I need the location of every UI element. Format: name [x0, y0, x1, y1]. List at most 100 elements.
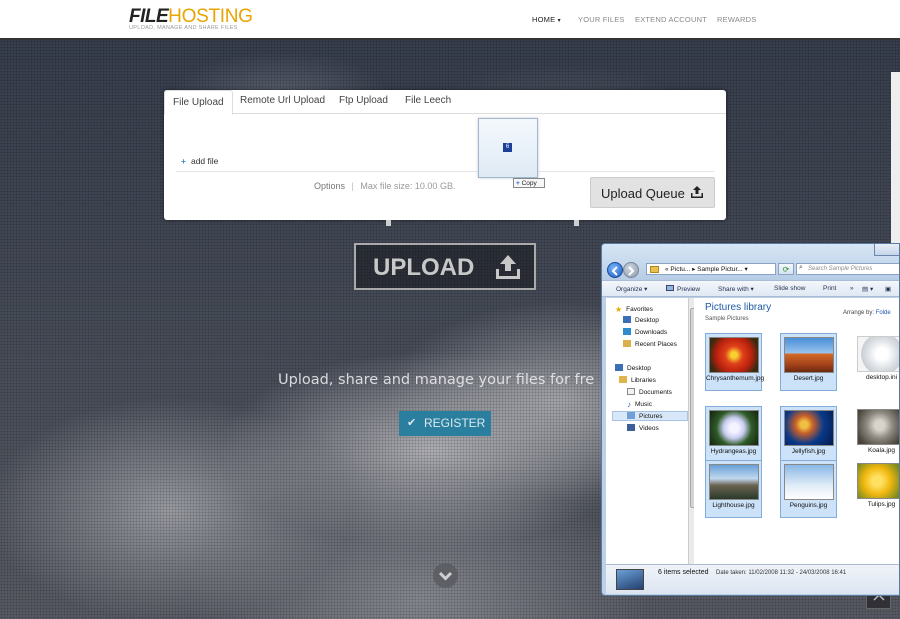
- file-item[interactable]: Chrysanthemum.jpg: [705, 333, 765, 391]
- nav-pictures[interactable]: Pictures: [612, 411, 688, 421]
- nav-recent-places-label: Recent Places: [635, 341, 677, 348]
- settings-file-icon: [856, 336, 899, 372]
- jellyfish-thumbnail: [783, 410, 834, 446]
- forward-button[interactable]: [623, 262, 639, 278]
- upload-queue-label: Upload Queue: [601, 186, 685, 201]
- file-item[interactable]: Jellyfish.jpg: [780, 406, 837, 464]
- site-logo[interactable]: FILEHOSTING UPLOAD, MANAGE AND SHARE FIL…: [129, 6, 253, 31]
- nav-favorites-label: Favorites: [626, 306, 653, 313]
- tab-ftp-upload[interactable]: Ftp Upload: [339, 95, 388, 106]
- nav-libraries-label: Libraries: [631, 377, 656, 384]
- logo-tagline: UPLOAD, MANAGE AND SHARE FILES: [129, 25, 238, 31]
- library-title: Pictures library: [705, 302, 772, 313]
- caret-down-icon: ▾: [557, 18, 561, 24]
- nav-documents[interactable]: Documents: [627, 388, 672, 396]
- file-name: Penguins.jpg: [789, 502, 828, 509]
- file-item[interactable]: desktop.ini: [853, 333, 899, 391]
- nav-favorites[interactable]: ★ Favorites: [615, 305, 653, 314]
- nav-pictures-label: Pictures: [639, 413, 663, 420]
- upload-hero-button[interactable]: UPLOAD: [354, 243, 536, 290]
- documents-icon: [627, 388, 635, 395]
- chevron-down-icon: [438, 571, 453, 581]
- desktop-icon: [615, 364, 623, 371]
- hero-tagline: Upload, share and manage your files for …: [278, 372, 595, 388]
- date-taken-text: Date taken: 11/02/2008 11:32 - 24/03/200…: [716, 570, 847, 576]
- file-item[interactable]: Koala.jpg: [853, 406, 899, 464]
- logo-file-text: FILE: [129, 6, 169, 27]
- nav-desktop[interactable]: Desktop: [615, 364, 651, 372]
- toolbar-organize[interactable]: Organize ▾: [616, 285, 647, 293]
- items-selected-text: 6 items selected: [658, 569, 709, 576]
- nav-home[interactable]: HOME ▾: [532, 15, 561, 24]
- nav-recent-places[interactable]: Recent Places: [623, 340, 677, 348]
- upload-queue-button[interactable]: Upload Queue: [590, 177, 715, 208]
- tab-remote-url-upload[interactable]: Remote Url Upload: [240, 95, 325, 106]
- file-name: Jellyfish.jpg: [791, 448, 826, 455]
- tab-file-upload[interactable]: File Upload: [164, 90, 233, 115]
- refresh-button[interactable]: ⟳: [778, 263, 794, 275]
- nav-libraries[interactable]: Libraries: [619, 376, 656, 384]
- lighthouse-thumbnail: [708, 464, 759, 500]
- view-options-icon[interactable]: ▤ ▾: [862, 285, 873, 293]
- nav-downloads[interactable]: Downloads: [623, 328, 667, 336]
- nav-desktop-fav[interactable]: Desktop: [623, 316, 659, 324]
- nav-videos-label: Videos: [639, 425, 659, 432]
- file-name: Lighthouse.jpg: [712, 502, 755, 509]
- search-placeholder: Search Sample Pictures: [808, 266, 873, 272]
- address-bar[interactable]: « Pictu... ▸ Sample Pictur... ▾: [646, 263, 776, 275]
- file-item[interactable]: Tulips.jpg: [853, 460, 899, 518]
- file-name: Tulips.jpg: [867, 501, 896, 508]
- nav-rewards[interactable]: REWARDS: [717, 15, 756, 24]
- file-name: Chrysanthemum.jpg: [706, 375, 765, 382]
- recent-places-icon: [623, 340, 631, 347]
- tab-file-leech[interactable]: File Leech: [405, 95, 451, 106]
- toolbar-more[interactable]: »: [850, 285, 854, 292]
- arrange-by-value: Folde: [875, 310, 891, 316]
- options-separator: |: [351, 181, 354, 191]
- preview-icon: [666, 285, 674, 291]
- explorer-window: « Pictu... ▸ Sample Pictur... ▾ ⟳ ⌕ Searc…: [601, 243, 900, 596]
- nav-extend-account[interactable]: EXTEND ACCOUNT: [635, 15, 707, 24]
- scroll-down-button[interactable]: [433, 563, 458, 588]
- music-icon: ♪: [627, 400, 631, 409]
- upload-hero-label: UPLOAD: [373, 254, 475, 281]
- desktop-icon: [623, 316, 631, 323]
- options-link[interactable]: Options: [314, 181, 345, 191]
- window-chrome: « Pictu... ▸ Sample Pictur... ▾ ⟳ ⌕ Searc…: [602, 244, 899, 280]
- nav-videos[interactable]: Videos: [627, 424, 659, 432]
- forward-arrow-icon: [628, 266, 635, 276]
- videos-icon: [627, 424, 635, 431]
- preview-pane-icon[interactable]: ▣: [885, 285, 891, 293]
- drag-count-badge: 6: [503, 143, 512, 152]
- toolbar-share-with[interactable]: Share with ▾: [718, 285, 754, 293]
- nav-desktop-fav-label: Desktop: [635, 317, 659, 324]
- add-file-button[interactable]: + add file: [181, 156, 218, 166]
- nav-your-files[interactable]: YOUR FILES: [578, 15, 625, 24]
- back-arrow-icon: [611, 266, 618, 276]
- toolbar-preview[interactable]: Preview: [666, 285, 700, 293]
- register-button[interactable]: ✔ REGISTER: [399, 411, 491, 436]
- logo-hosting-text: HOSTING: [168, 6, 253, 27]
- explorer-toolbar: Organize ▾ Preview Share with ▾ Slide sh…: [602, 280, 899, 297]
- file-item[interactable]: Hydrangeas.jpg: [705, 406, 762, 464]
- drag-preview: 6: [478, 118, 538, 178]
- toolbar-slide-show[interactable]: Slide show: [774, 285, 805, 292]
- back-button[interactable]: [607, 262, 623, 278]
- nav-music[interactable]: ♪ Music: [627, 400, 652, 409]
- file-item[interactable]: Desert.jpg: [780, 333, 837, 391]
- search-input[interactable]: ⌕ Search Sample Pictures: [796, 263, 899, 275]
- pictures-icon: [627, 412, 635, 419]
- file-item[interactable]: Lighthouse.jpg: [705, 460, 762, 518]
- koala-thumbnail: [856, 409, 899, 445]
- copy-plus-icon: +: [516, 180, 520, 187]
- window-controls[interactable]: [874, 244, 899, 256]
- toolbar-print[interactable]: Print: [823, 285, 836, 292]
- upload-tabs: File Upload Remote Url Upload Ftp Upload…: [164, 90, 726, 115]
- copy-tooltip: + Copy: [513, 178, 545, 188]
- tulips-thumbnail: [856, 463, 899, 499]
- add-file-label: add file: [190, 156, 219, 166]
- arrange-by[interactable]: Arrange by: Folde: [843, 310, 891, 316]
- panel-pin-right: [574, 220, 579, 226]
- nav-documents-label: Documents: [639, 389, 672, 396]
- file-item[interactable]: Penguins.jpg: [780, 460, 837, 518]
